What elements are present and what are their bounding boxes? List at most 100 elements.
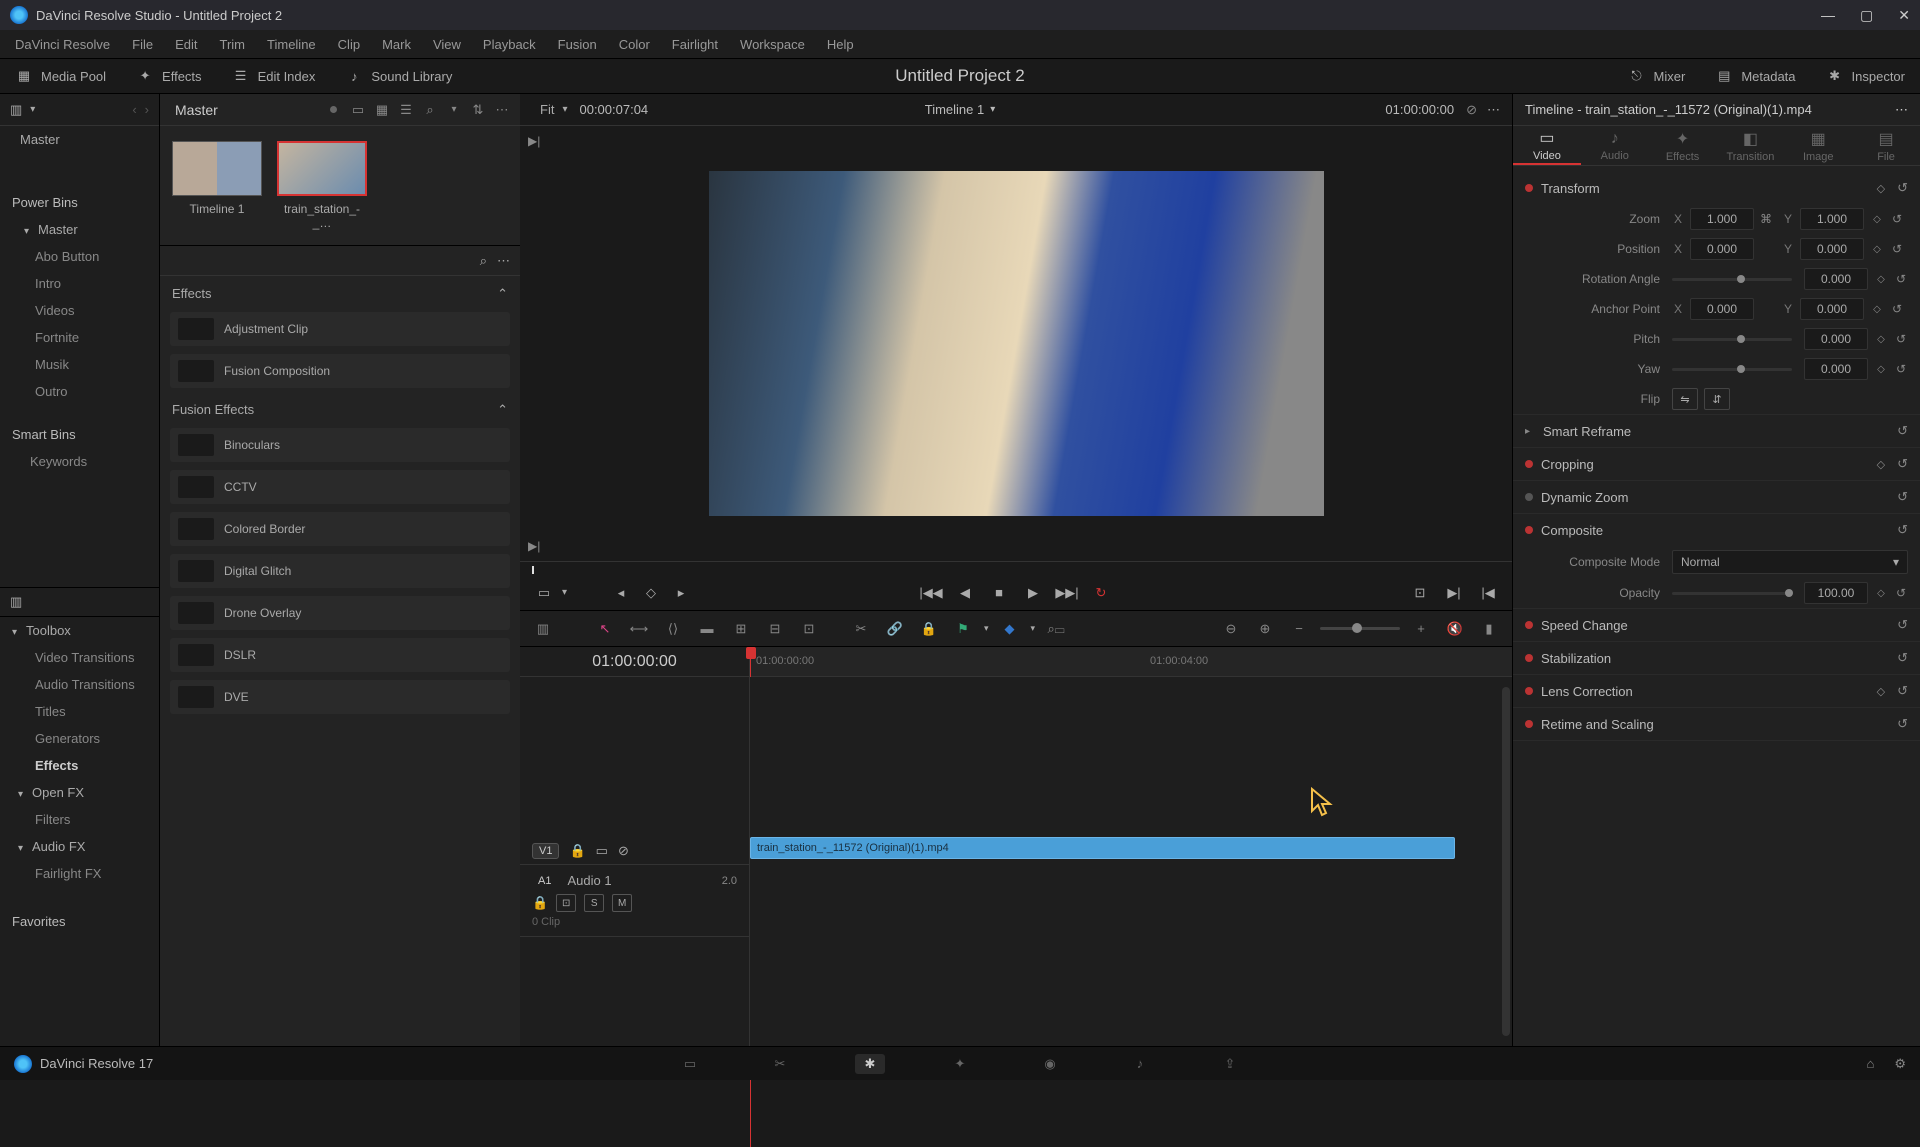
opacity-input[interactable]: 100.00	[1804, 582, 1868, 604]
first-frame-button[interactable]: |◀◀	[919, 581, 943, 605]
section-header-retime[interactable]: Retime and Scaling ↺	[1513, 708, 1920, 740]
page-fairlight-icon[interactable]: ♪	[1125, 1054, 1155, 1074]
chevron-down-icon[interactable]: ▾	[562, 104, 567, 115]
reset-icon[interactable]: ↺	[1890, 302, 1904, 316]
section-header-transform[interactable]: Transform ◇ ↺	[1513, 172, 1920, 204]
mute-icon[interactable]: 🔇	[1442, 616, 1468, 642]
page-cut-icon[interactable]: ✂	[765, 1054, 795, 1074]
keyframe-icon[interactable]: ◇	[1874, 364, 1888, 375]
insert-icon[interactable]: ⊞	[728, 616, 754, 642]
search-icon[interactable]: ⌕	[422, 103, 438, 117]
menu-item[interactable]: Clip	[338, 37, 360, 52]
composite-mode-dropdown[interactable]: Normal ▾	[1672, 550, 1908, 574]
mute-button[interactable]: M	[612, 894, 632, 912]
tree-bin[interactable]: Videos	[0, 297, 159, 324]
effect-item[interactable]: Fusion Composition	[170, 354, 510, 388]
effect-item[interactable]: Binoculars	[170, 428, 510, 462]
opacity-slider[interactable]	[1672, 592, 1792, 595]
meter-icon[interactable]: ▮	[1476, 616, 1502, 642]
tree-bin[interactable]: Musik	[0, 351, 159, 378]
last-frame-button[interactable]: ▶▶|	[1055, 581, 1079, 605]
anchor-x-input[interactable]: 0.000	[1690, 298, 1754, 320]
nav-back-icon[interactable]: ‹	[132, 102, 136, 117]
more-options-icon[interactable]: ⋯	[497, 253, 510, 269]
overwrite-icon[interactable]: ⊟	[762, 616, 788, 642]
toolbox-root[interactable]: ▾Toolbox	[0, 617, 159, 644]
anchor-y-input[interactable]: 0.000	[1800, 298, 1864, 320]
inspector-tab-effects[interactable]: ✦Effects	[1649, 126, 1717, 165]
reset-icon[interactable]: ↺	[1894, 586, 1908, 600]
inspector-tab-video[interactable]: ▭Video	[1513, 126, 1581, 165]
video-track-header[interactable]: V1 🔒 ▭ ⊘	[520, 837, 749, 865]
loop-button[interactable]: ↻	[1089, 581, 1113, 605]
zoom-y-input[interactable]: 1.000	[1800, 208, 1864, 230]
reset-icon[interactable]: ↺	[1897, 617, 1908, 633]
keyframe-icon[interactable]: ◇	[1877, 458, 1885, 471]
effect-item[interactable]: Adjustment Clip	[170, 312, 510, 346]
enable-section-bullet[interactable]	[1525, 654, 1533, 662]
enable-section-bullet[interactable]	[1525, 526, 1533, 534]
effects-toggle[interactable]: ✦ Effects	[121, 59, 217, 93]
menu-item[interactable]: Fusion	[558, 37, 597, 52]
reset-icon[interactable]: ↺	[1897, 716, 1908, 732]
section-header-dynamic-zoom[interactable]: Dynamic Zoom ↺	[1513, 481, 1920, 513]
menu-item[interactable]: View	[433, 37, 461, 52]
nav-fwd-icon[interactable]: ›	[145, 102, 149, 117]
flip-v-button[interactable]: ⇵	[1704, 388, 1730, 410]
audio-track-header[interactable]: A1 Audio 1 2.0 🔒 ⊡ S M 0 Clip	[520, 865, 749, 937]
sort-icon[interactable]: ⇅	[470, 103, 486, 117]
effect-item[interactable]: Colored Border	[170, 512, 510, 546]
keyframe-icon[interactable]: ◇	[1874, 588, 1888, 599]
tree-bin[interactable]: Intro	[0, 270, 159, 297]
toolbox-item[interactable]: Titles	[0, 698, 159, 725]
tree-master[interactable]: Master	[0, 126, 159, 153]
section-header-smart-reframe[interactable]: ▸ Smart Reframe ↺	[1513, 415, 1920, 447]
reset-icon[interactable]: ↺	[1897, 489, 1908, 505]
reset-icon[interactable]: ↺	[1894, 332, 1908, 346]
lock-track-icon[interactable]: 🔒	[532, 895, 548, 911]
chevron-down-icon[interactable]: ▾	[446, 103, 462, 117]
timeline-start-tc[interactable]: 01:00:00:00	[520, 647, 750, 676]
page-deliver-icon[interactable]: ⇪	[1215, 1054, 1245, 1074]
track-content[interactable]: train_station_-_11572 (Original)(1).mp4	[750, 677, 1512, 1046]
viewer-timecode-right[interactable]: 01:00:00:00	[1385, 102, 1454, 117]
page-color-icon[interactable]: ◉	[1035, 1054, 1065, 1074]
trim-tool-icon[interactable]: ⟷	[626, 616, 652, 642]
enable-section-bullet[interactable]	[1525, 687, 1533, 695]
mixer-toggle[interactable]: ⎋ Mixer	[1613, 69, 1701, 84]
pitch-input[interactable]: 0.000	[1804, 328, 1868, 350]
pos-x-input[interactable]: 0.000	[1690, 238, 1754, 260]
section-header-composite[interactable]: Composite ↺	[1513, 514, 1920, 546]
stop-button[interactable]: ■	[987, 581, 1011, 605]
viewer-timecode-left[interactable]: 00:00:07:04	[579, 102, 648, 117]
yaw-input[interactable]: 0.000	[1804, 358, 1868, 380]
prev-edit-icon[interactable]: ◂	[609, 581, 633, 605]
menu-item[interactable]: Help	[827, 37, 854, 52]
reset-icon[interactable]: ↺	[1897, 650, 1908, 666]
filmstrip-view-icon[interactable]: ▭	[350, 103, 366, 117]
current-mark-icon[interactable]: ◇	[639, 581, 663, 605]
bypass-icon[interactable]: ⊘	[1466, 102, 1477, 118]
zoom-minus-icon[interactable]: −	[1286, 616, 1312, 642]
enable-section-bullet[interactable]	[1525, 460, 1533, 468]
effects-section-header[interactable]: Effects⌃	[160, 276, 520, 308]
pool-clip-timeline[interactable]: Timeline 1	[172, 141, 262, 230]
zoom-plus-icon[interactable]: +	[1408, 616, 1434, 642]
rotation-slider[interactable]	[1672, 278, 1792, 281]
list-view-icon[interactable]: ☰	[398, 103, 414, 117]
replace-icon[interactable]: ⊡	[796, 616, 822, 642]
zoom-x-input[interactable]: 1.000	[1690, 208, 1754, 230]
yaw-slider[interactable]	[1672, 368, 1792, 371]
effect-item[interactable]: Drone Overlay	[170, 596, 510, 630]
timeline-view-options-icon[interactable]: ▥	[530, 616, 556, 642]
edit-index-toggle[interactable]: ☰ Edit Index	[217, 59, 331, 93]
next-clip-icon[interactable]: ▶|	[1442, 581, 1466, 605]
tree-keywords[interactable]: Keywords	[0, 448, 159, 475]
menu-item[interactable]: Playback	[483, 37, 536, 52]
more-options-icon[interactable]: ⋯	[494, 103, 510, 117]
keyframe-icon[interactable]: ◇	[1870, 214, 1884, 225]
link-xy-icon[interactable]: ⌘	[1760, 212, 1776, 226]
keyframe-icon[interactable]: ◇	[1874, 334, 1888, 345]
reset-icon[interactable]: ↺	[1897, 456, 1908, 472]
pos-y-input[interactable]: 0.000	[1800, 238, 1864, 260]
